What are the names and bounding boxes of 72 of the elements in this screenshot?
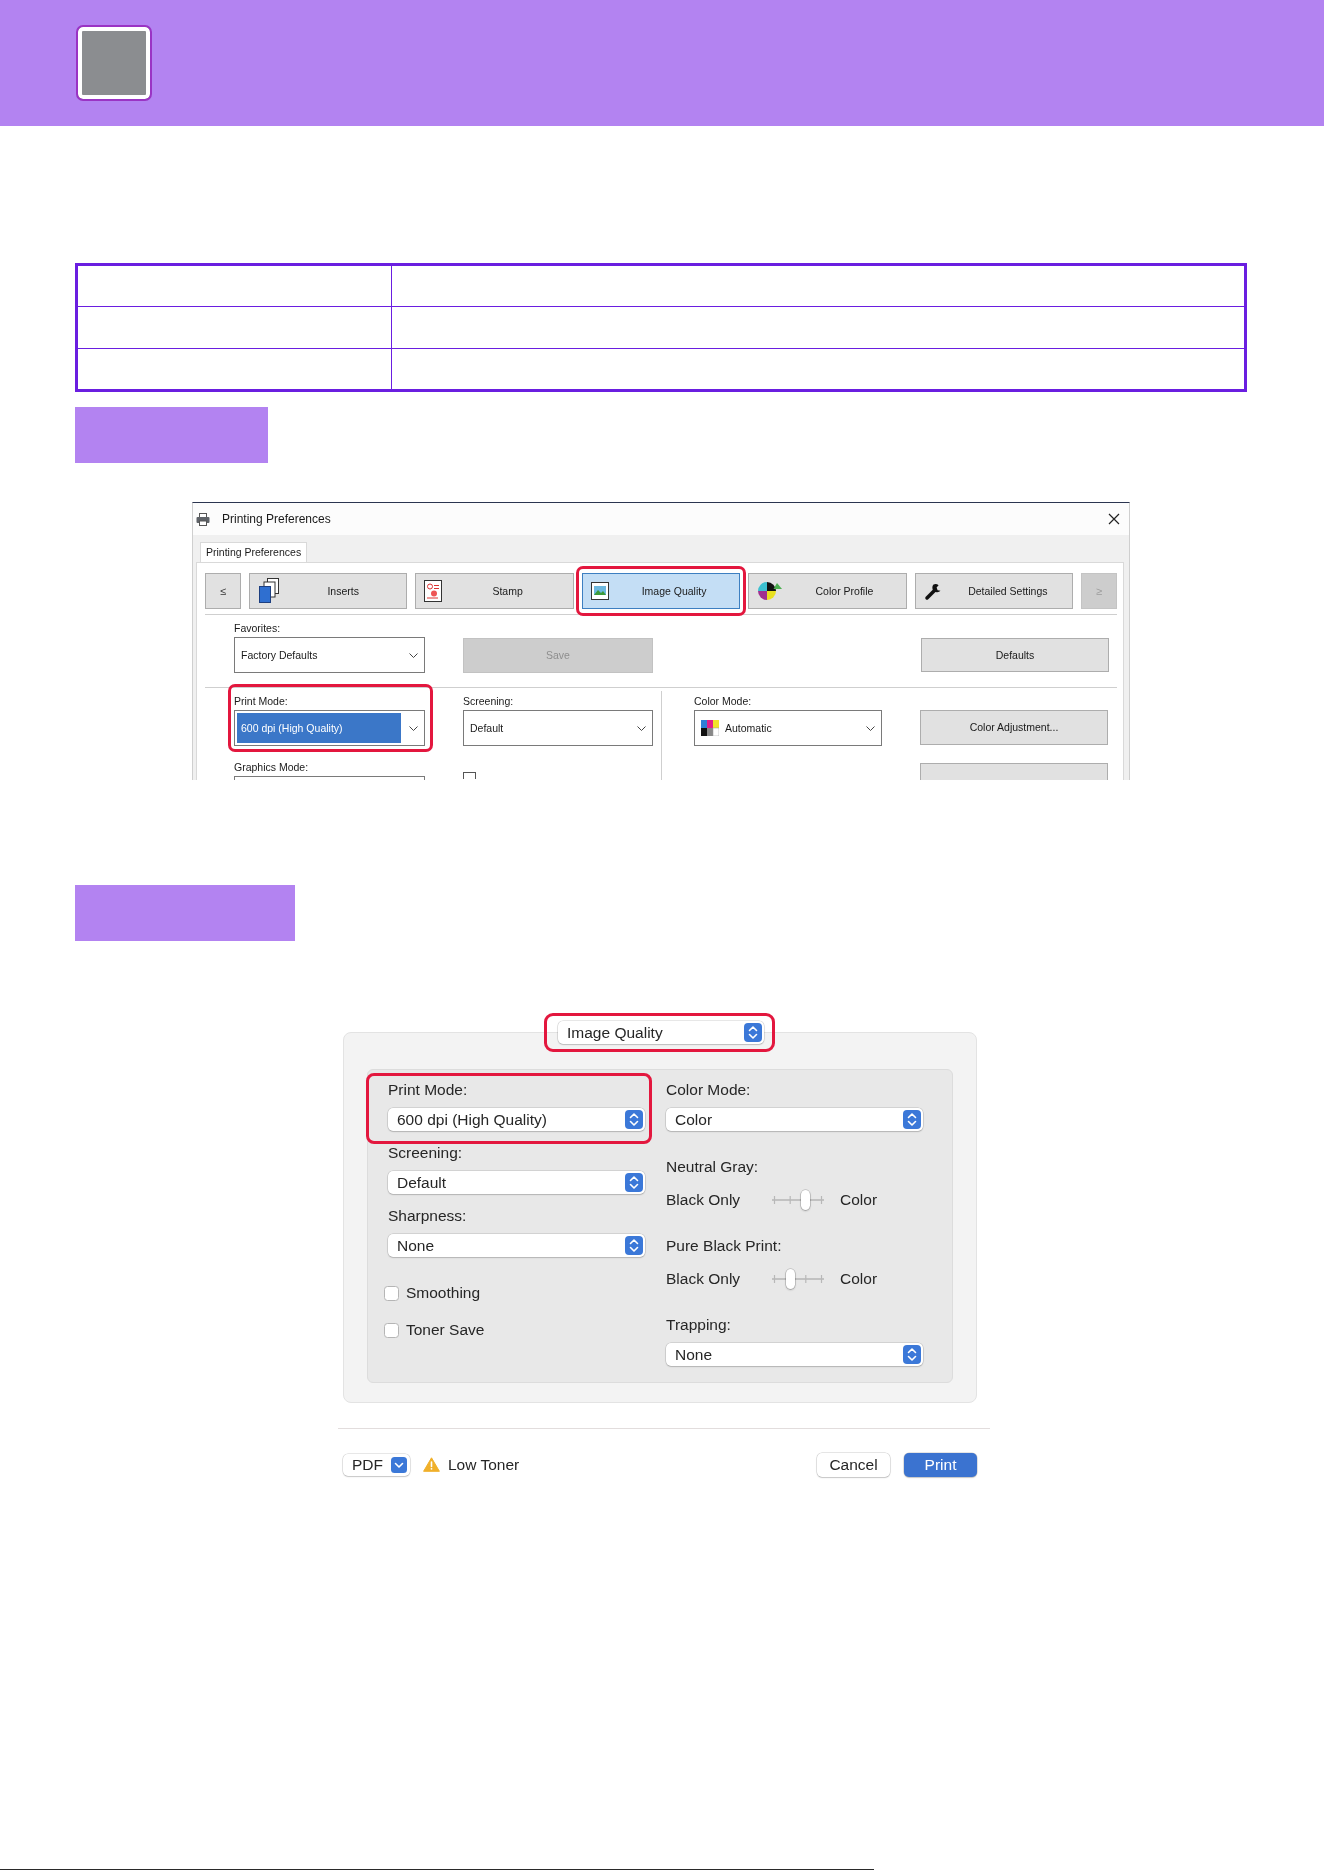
popup-menu[interactable]: None xyxy=(666,1343,923,1366)
field-label: Favorites: xyxy=(234,622,281,635)
checkbox-label: Toner Save xyxy=(406,1321,485,1339)
field-label: Color Mode: xyxy=(694,695,752,708)
slider-label: Black Only xyxy=(666,1191,741,1208)
tab[interactable]: Printing Preferences xyxy=(200,542,308,562)
picture-icon xyxy=(590,582,609,600)
field-label: Sharpness: xyxy=(388,1207,467,1225)
chevron-down-icon xyxy=(391,1456,407,1473)
up-down-arrows-icon xyxy=(744,1023,762,1042)
slider-thumb[interactable] xyxy=(785,1269,795,1289)
dropdown[interactable]: Default xyxy=(463,710,653,746)
dropdown[interactable]: 600 dpi (High Quality) xyxy=(234,710,425,746)
scroll-button[interactable]: ≤ xyxy=(205,573,241,609)
up-down-arrows-icon xyxy=(625,1173,643,1192)
checkbox[interactable] xyxy=(463,772,476,779)
close-button[interactable] xyxy=(1108,513,1120,525)
dropdown[interactable]: Automatic xyxy=(694,710,882,746)
pdf-menu-button[interactable]: PDF xyxy=(343,1453,410,1476)
popup-menu[interactable]: None xyxy=(388,1234,645,1257)
up-down-arrows-icon xyxy=(625,1236,643,1255)
field-label: Screening: xyxy=(388,1144,463,1162)
category-button[interactable]: Image Quality xyxy=(581,573,741,609)
cut-off-button[interactable] xyxy=(920,763,1108,780)
field-label: Print Mode: xyxy=(234,695,288,708)
category-button[interactable]: Detailed Settings xyxy=(914,573,1074,609)
checkbox[interactable] xyxy=(384,1285,399,1301)
printer-icon xyxy=(196,512,210,526)
print-button[interactable]: Print xyxy=(904,1452,977,1477)
color-wheel-icon xyxy=(757,581,784,601)
category-button[interactable]: Stamp xyxy=(415,573,574,609)
field-label: Neutral Gray: xyxy=(666,1158,759,1176)
square-icon xyxy=(76,25,152,101)
warning-icon xyxy=(423,1457,440,1472)
dropdown[interactable]: Factory Defaults xyxy=(234,637,425,673)
pages-icon xyxy=(258,578,280,604)
window-title: Printing Preferences xyxy=(222,511,331,527)
chevron-down-icon xyxy=(409,652,418,658)
close-icon xyxy=(1108,513,1120,525)
chevron-down-icon xyxy=(866,725,875,731)
color-adjustment-button[interactable]: Color Adjustment... xyxy=(920,710,1108,745)
field-label: Pure Black Print: xyxy=(666,1237,782,1255)
slider-thumb[interactable] xyxy=(801,1190,811,1210)
color-squares-icon xyxy=(701,720,719,736)
slider-track[interactable] xyxy=(770,1190,826,1210)
chevron-down-icon xyxy=(409,725,418,731)
category-button[interactable]: Inserts xyxy=(249,573,408,609)
cancel-button[interactable]: Cancel xyxy=(817,1452,890,1477)
document-icon xyxy=(424,580,443,602)
status-text: Low Toner xyxy=(448,1455,520,1474)
checkbox-label: Smoothing xyxy=(406,1284,481,1302)
field-label: Screening: xyxy=(463,695,514,708)
field-label: Color Mode: xyxy=(666,1081,751,1099)
popup-menu[interactable]: Color xyxy=(666,1108,923,1131)
up-down-arrows-icon xyxy=(625,1110,643,1129)
chevron-down-icon xyxy=(637,725,646,731)
field-label: Print Mode: xyxy=(388,1081,468,1099)
up-down-arrows-icon xyxy=(903,1110,921,1129)
slider-label: Color xyxy=(840,1191,878,1209)
field-label: Graphics Mode: xyxy=(234,761,309,774)
slider-label: Color xyxy=(840,1270,878,1288)
dropdown[interactable] xyxy=(234,776,425,780)
field-label: Trapping: xyxy=(666,1316,731,1334)
checkbox[interactable] xyxy=(384,1322,399,1338)
up-down-arrows-icon xyxy=(903,1345,921,1364)
popup-menu[interactable]: Default xyxy=(388,1171,645,1194)
defaults-button[interactable]: Defaults xyxy=(921,638,1109,672)
popup-menu[interactable]: 600 dpi (High Quality) xyxy=(388,1108,645,1131)
popup-menu[interactable]: Image Quality xyxy=(558,1021,764,1044)
category-button[interactable]: Color Profile xyxy=(748,573,907,609)
slider-track[interactable] xyxy=(770,1269,826,1289)
slider-label: Black Only xyxy=(666,1270,741,1287)
